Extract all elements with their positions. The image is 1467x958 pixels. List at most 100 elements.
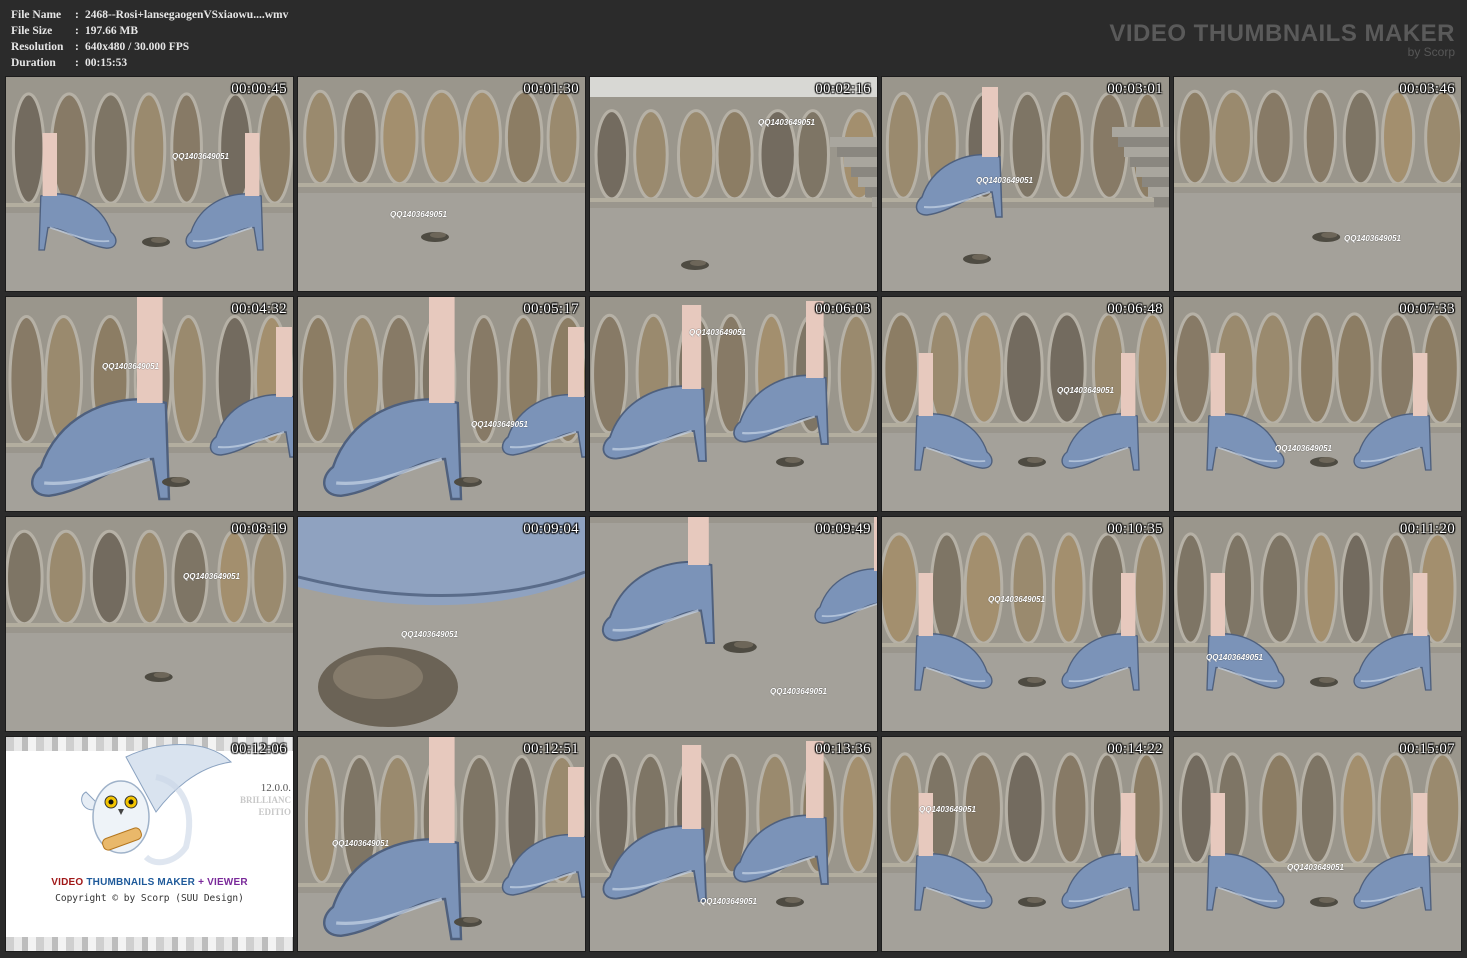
edition-label: EDITIO — [258, 807, 291, 817]
promo-title-part: THUMBNAILS MAKER — [86, 877, 196, 888]
file-info-row: File Size : 197.66 MB — [11, 23, 288, 39]
brand-logo: VIDEO THUMBNAILS MAKER by Scorp — [1109, 20, 1455, 58]
thumbnail: QQ1403649051 00:11:20 — [1173, 516, 1462, 732]
timestamp: 00:10:35 — [1107, 521, 1163, 537]
frame-image — [1174, 77, 1461, 291]
thumbnail: QQ1403649051 00:03:46 — [1173, 76, 1462, 292]
thumbnail: QQ1403649051 00:10:35 — [881, 516, 1170, 732]
frame-image — [590, 737, 877, 951]
promo-copyright: Copyright © by Scorp (SUU Design) — [55, 893, 244, 904]
watermark: QQ1403649051 — [102, 362, 159, 371]
thumbnail: QQ1403649051 00:00:45 — [5, 76, 294, 292]
watermark: QQ1403649051 — [1057, 386, 1114, 395]
thumbnail: QQ1403649051 00:05:17 — [297, 296, 586, 512]
timestamp: 00:12:06 — [231, 741, 287, 757]
timestamp: 00:05:17 — [523, 301, 579, 317]
frame-image — [1174, 297, 1461, 511]
file-info-row: Resolution : 640x480 / 30.000 FPS — [11, 39, 288, 55]
frame-image — [6, 297, 293, 511]
info-value: 00:15:53 — [85, 57, 128, 69]
timestamp: 00:03:46 — [1399, 81, 1455, 97]
timestamp: 00:02:16 — [815, 81, 871, 97]
timestamp: 00:13:36 — [815, 741, 871, 757]
frame-image — [882, 297, 1169, 511]
watermark: QQ1403649051 — [172, 152, 229, 161]
watermark: QQ1403649051 — [390, 210, 447, 219]
promo-title-part: + VIEWER — [195, 877, 248, 888]
timestamp: 00:14:22 — [1107, 741, 1163, 757]
frame-image — [1174, 517, 1461, 731]
thumbnail: QQ1403649051 00:02:16 — [589, 76, 878, 292]
promo-thumbnail: 12.0.0. BRILLIANC EDITIO VIDEO THUMBNAILS M… — [5, 736, 294, 952]
file-info: File Name : 2468--Rosi+lansegaogenVSxiao… — [11, 7, 288, 71]
edition-label: BRILLIANC — [239, 795, 291, 805]
frame-image — [590, 517, 877, 731]
info-label: Duration — [11, 57, 56, 69]
frame-image — [298, 77, 585, 291]
info-separator: : — [75, 25, 79, 37]
thumbnail: QQ1403649051 00:15:07 — [1173, 736, 1462, 952]
thumbnail: QQ1403649051 00:08:19 — [5, 516, 294, 732]
thumbnail: QQ1403649051 00:09:04 — [297, 516, 586, 732]
frame-image — [298, 297, 585, 511]
watermark: QQ1403649051 — [1344, 234, 1401, 243]
promo-title: VIDEO THUMBNAILS MAKER + VIEWER — [6, 877, 293, 888]
watermark: QQ1403649051 — [401, 630, 458, 639]
frame-image — [6, 77, 293, 291]
timestamp: 00:08:19 — [231, 521, 287, 537]
promo-version: 12.0.0. BRILLIANC EDITIO — [240, 782, 291, 818]
thumbnail: QQ1403649051 00:09:49 — [589, 516, 878, 732]
watermark: QQ1403649051 — [183, 572, 240, 581]
file-info-row: File Name : 2468--Rosi+lansegaogenVSxiao… — [11, 7, 288, 23]
brand-title: VIDEO THUMBNAILS MAKER — [1109, 20, 1455, 47]
timestamp: 00:04:32 — [231, 301, 287, 317]
info-separator: : — [75, 9, 79, 21]
watermark: QQ1403649051 — [988, 595, 1045, 604]
watermark: QQ1403649051 — [1275, 444, 1332, 453]
watermark: QQ1403649051 — [332, 839, 389, 848]
info-label: File Size — [11, 25, 53, 37]
info-label: File Name — [11, 9, 62, 21]
watermark: QQ1403649051 — [919, 805, 976, 814]
timestamp: 00:12:51 — [523, 741, 579, 757]
watermark: QQ1403649051 — [770, 687, 827, 696]
info-separator: : — [75, 57, 79, 69]
watermark: QQ1403649051 — [1206, 653, 1263, 662]
info-label: Resolution — [11, 41, 64, 53]
timestamp: 00:03:01 — [1107, 81, 1163, 97]
timestamp: 00:07:33 — [1399, 301, 1455, 317]
thumbnail: QQ1403649051 00:07:33 — [1173, 296, 1462, 512]
timestamp: 00:11:20 — [1399, 521, 1455, 537]
info-value: 640x480 / 30.000 FPS — [85, 41, 190, 53]
file-info-row: Duration : 00:15:53 — [11, 55, 288, 71]
frame-image — [882, 517, 1169, 731]
timestamp: 00:00:45 — [231, 81, 287, 97]
timestamp: 00:01:30 — [523, 81, 579, 97]
thumbnail: QQ1403649051 00:06:48 — [881, 296, 1170, 512]
info-separator: : — [75, 41, 79, 53]
watermark: QQ1403649051 — [700, 897, 757, 906]
frame-image — [882, 737, 1169, 951]
info-header: File Name : 2468--Rosi+lansegaogenVSxiao… — [0, 0, 1467, 76]
owl-icon — [81, 744, 233, 866]
thumbnail: QQ1403649051 00:12:51 — [297, 736, 586, 952]
watermark: QQ1403649051 — [689, 328, 746, 337]
timestamp: 00:15:07 — [1399, 741, 1455, 757]
thumbnail: QQ1403649051 00:04:32 — [5, 296, 294, 512]
frame-image — [1174, 737, 1461, 951]
info-value: 2468--Rosi+lansegaogenVSxiaowu....wmv — [85, 9, 289, 21]
frame-image — [590, 77, 877, 291]
thumbnail: QQ1403649051 00:06:03 — [589, 296, 878, 512]
promo-title-part: VIDEO — [51, 877, 87, 888]
timestamp: 00:06:03 — [815, 301, 871, 317]
watermark: QQ1403649051 — [758, 118, 815, 127]
thumbnail: QQ1403649051 00:14:22 — [881, 736, 1170, 952]
version-number: 12.0.0. — [260, 782, 291, 794]
watermark: QQ1403649051 — [471, 420, 528, 429]
timestamp: 00:06:48 — [1107, 301, 1163, 317]
watermark: QQ1403649051 — [976, 176, 1033, 185]
thumbnail: QQ1403649051 00:01:30 — [297, 76, 586, 292]
thumbnail-grid: QQ1403649051 00:00:45 QQ1403649051 00:01:30… — [5, 76, 1462, 953]
timestamp: 00:09:04 — [523, 521, 579, 537]
frame-image — [6, 517, 293, 731]
